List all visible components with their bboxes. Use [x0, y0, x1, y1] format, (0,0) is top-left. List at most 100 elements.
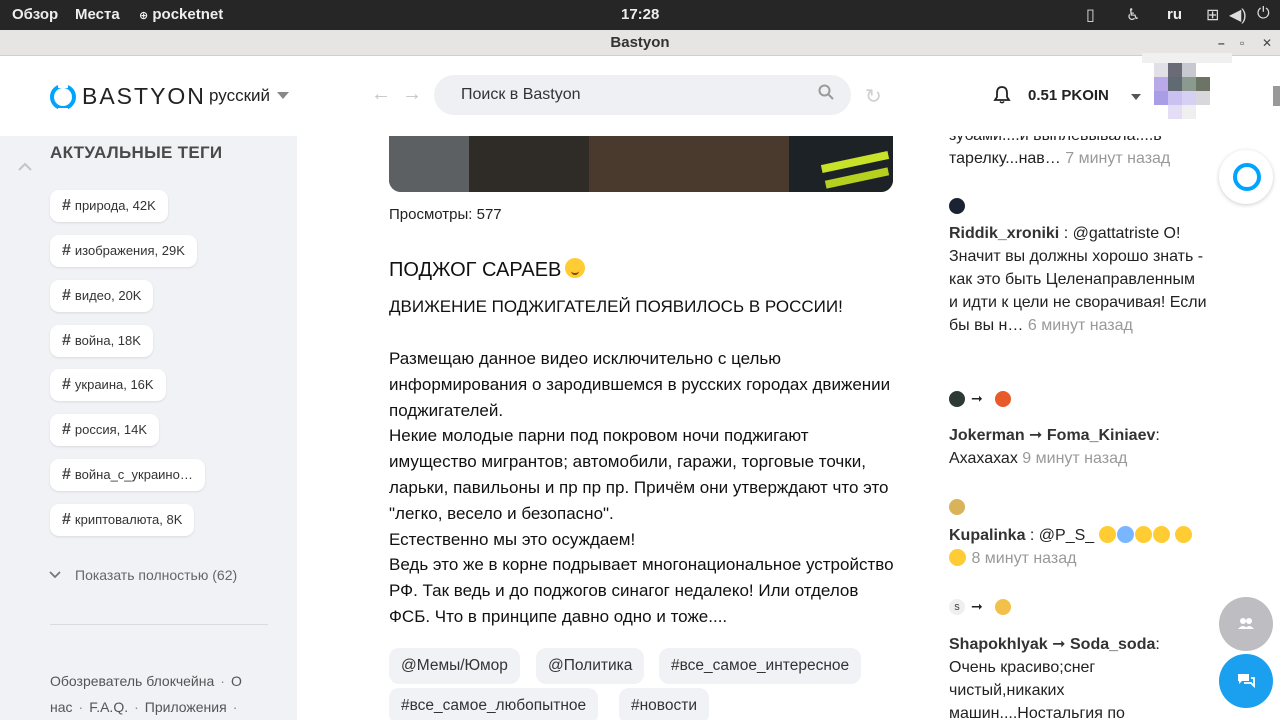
tag-chip[interactable]: # война_с_украино…	[50, 459, 205, 491]
hash-icon: #	[62, 466, 71, 483]
clipboard-icon[interactable]: ▯	[1086, 5, 1095, 25]
tag-chip[interactable]: # украина, 16K	[50, 369, 166, 401]
tag-chip[interactable]: # война, 18K	[50, 325, 153, 357]
bell-icon[interactable]	[992, 85, 1012, 105]
power-icon[interactable]: ⏻	[1257, 5, 1270, 23]
hash-icon: #	[62, 197, 71, 214]
user-avatar-icon[interactable]	[995, 391, 1011, 407]
wallet-balance[interactable]: 0.51 PKOIN	[1028, 87, 1109, 104]
bastyon-logo-icon[interactable]	[50, 82, 76, 114]
search-input[interactable]	[434, 75, 851, 115]
tag-chip[interactable]: # криптовалюта, 8K	[50, 504, 195, 536]
tag-chip[interactable]: # видео, 20K	[50, 280, 154, 312]
hash-icon: #	[62, 332, 71, 349]
activity-user[interactable]: Riddik_xroniki	[949, 225, 1059, 242]
post-subtitle: ДВИЖЕНИЕ ПОДЖИГАТЕЛЕЙ ПОЯВИЛОСЬ В РОССИИ…	[389, 297, 843, 316]
places-menu[interactable]: Места	[75, 6, 120, 23]
system-top-bar: Обзор Места ⊕ pocketnet 17:28 ▯ ♿ ru ⊞ ◀…	[0, 0, 1280, 30]
forward-arrow-icon[interactable]: →	[402, 83, 422, 106]
emoji-icon	[1098, 526, 1116, 543]
contacts-button[interactable]	[1219, 597, 1273, 651]
app-header: BASTYON русский ← → ↻ 0.51 PKOIN	[0, 53, 1280, 136]
app-menu-label: pocketnet	[152, 6, 224, 23]
scrollbar-thumb[interactable]	[1273, 86, 1280, 106]
explorer-link[interactable]: Обозреватель блокчейна	[50, 673, 214, 689]
video-player[interactable]	[389, 136, 893, 192]
volume-icon[interactable]: ◀)	[1229, 5, 1247, 25]
activity-user[interactable]: Kupalinka	[949, 527, 1025, 544]
activity-item[interactable]: Riddik_xroniki : @gattatriste О! Значит …	[949, 222, 1207, 337]
chevron-down-icon[interactable]	[48, 570, 62, 580]
divider	[50, 624, 268, 625]
activity-item[interactable]: Kupalinka : @P_S_ 8 минут назад	[949, 524, 1207, 570]
user-avatar[interactable]	[1142, 53, 1232, 128]
user-avatar-icon[interactable]: s	[949, 599, 965, 615]
activity-time: 9 минут назад	[1022, 450, 1128, 467]
hash-icon: #	[62, 421, 71, 438]
user-avatar-icon[interactable]	[949, 391, 965, 407]
user-avatar-icon[interactable]	[995, 599, 1011, 615]
activity-time: 6 минут назад	[1027, 317, 1133, 334]
keyboard-layout[interactable]: ru	[1167, 6, 1182, 23]
post-tag[interactable]: #новости	[619, 688, 709, 720]
activity-item[interactable]: Jokerman ➞ Foma_Kiniaev: Ахахахах 9 мину…	[949, 424, 1207, 470]
maximize-button[interactable]: ▫	[1240, 30, 1244, 56]
tag-chip[interactable]: # россия, 14K	[50, 414, 160, 446]
accessibility-icon[interactable]: ♿	[1126, 5, 1140, 25]
emoji-icon	[1152, 526, 1170, 543]
tag-chip[interactable]: # изображения, 29K	[50, 235, 197, 267]
activity-user[interactable]: Shapokhlyak ➞ Soda_soda	[949, 636, 1155, 653]
reload-icon[interactable]: ↻	[865, 84, 882, 109]
emoji-icon	[1116, 526, 1134, 543]
left-sidebar: АКТУАЛЬНЫЕ ТЕГИ # природа, 42K # изображен…	[0, 136, 297, 720]
activity-user[interactable]: Jokerman ➞ Foma_Kiniaev	[949, 427, 1155, 444]
post-paragraph: Ведь это же в корне подрывает многонацио…	[389, 555, 894, 626]
hash-icon: #	[62, 287, 71, 304]
tag-label: война_с_украино…	[74, 467, 193, 482]
tag-chip[interactable]: # природа, 42K	[50, 190, 168, 222]
logo-text[interactable]: BASTYON	[82, 83, 206, 110]
arrow-right-icon: ➞	[971, 598, 983, 614]
chevron-up-icon[interactable]	[18, 160, 32, 174]
tag-label: видео, 20K	[74, 288, 142, 303]
apps-link[interactable]: Приложения	[145, 699, 227, 715]
activity-item[interactable]: зубами....и выплевывала....в тарелку...н…	[949, 136, 1207, 170]
balance-chevron-icon[interactable]	[1131, 94, 1141, 100]
post-tag[interactable]: #все_самое_интересное	[659, 648, 862, 684]
clock[interactable]: 17:28	[621, 6, 659, 23]
chevron-down-icon[interactable]	[277, 92, 289, 99]
activity-time: 8 минут назад	[971, 550, 1077, 567]
chat-icon	[1238, 674, 1255, 689]
window-title: Bastyon	[610, 34, 670, 51]
activity-item[interactable]: Shapokhlyak ➞ Soda_soda: Очень красиво;с…	[949, 633, 1207, 720]
post-paragraph: Размещаю данное видео исключительно с це…	[389, 349, 891, 420]
chat-button[interactable]	[1219, 654, 1273, 708]
emoji-icon	[1134, 526, 1152, 543]
activity-time: 7 минут назад	[1065, 150, 1171, 167]
tag-label: природа, 42K	[74, 198, 156, 213]
tag-label: россия, 14K	[74, 422, 148, 437]
network-icon[interactable]: ⊞	[1206, 5, 1219, 25]
wink-emoji-icon	[565, 258, 586, 278]
hash-icon: #	[62, 376, 71, 393]
post-tag[interactable]: #все_самое_любопытное	[389, 688, 599, 720]
emoji-icon	[1175, 526, 1193, 543]
close-button[interactable]: ✕	[1262, 30, 1272, 56]
tag-label: война, 18K	[74, 333, 141, 348]
bastyon-logo-icon	[1233, 163, 1261, 191]
search-icon[interactable]	[818, 84, 834, 100]
post-tag[interactable]: @Мемы/Юмор	[389, 648, 520, 684]
tag-label: украина, 16K	[74, 377, 154, 392]
app-menu[interactable]: ⊕ pocketnet	[139, 6, 223, 23]
user-avatar-icon[interactable]	[949, 499, 965, 515]
bastyon-fab-button[interactable]	[1219, 150, 1273, 204]
faq-link[interactable]: F.A.Q.	[89, 699, 128, 715]
back-arrow-icon[interactable]: ←	[371, 83, 391, 106]
post-tag[interactable]: @Политика	[536, 648, 645, 684]
activities-button[interactable]: Обзор	[12, 6, 58, 23]
language-selector[interactable]: русский	[209, 86, 270, 106]
post-feed: Просмотры: 577 ПОДЖОГ САРАЕВ ДВИЖЕНИЕ ПО…	[297, 136, 921, 720]
trending-tags-title: АКТУАЛЬНЫЕ ТЕГИ	[50, 143, 223, 162]
show-all-tags-link[interactable]: Показать полностью (62)	[75, 567, 237, 583]
user-avatar-icon[interactable]	[949, 198, 965, 214]
